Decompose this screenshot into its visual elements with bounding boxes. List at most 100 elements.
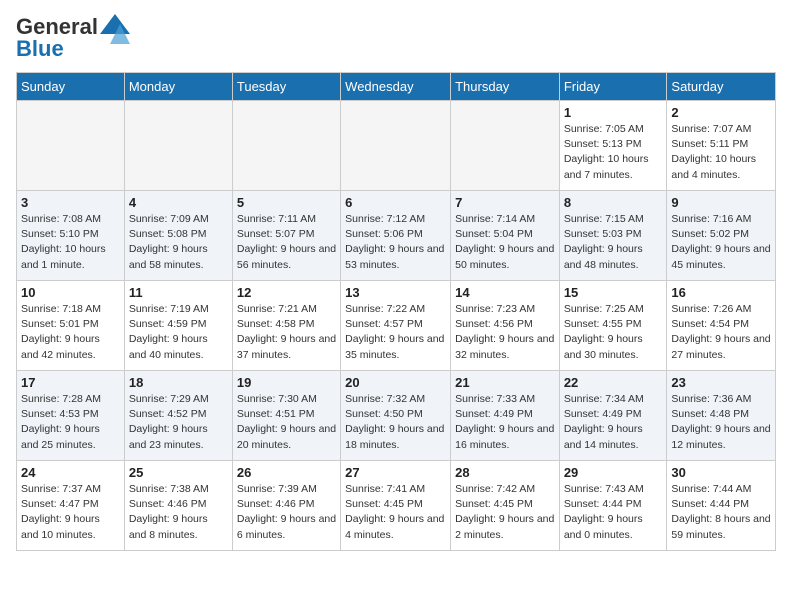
day-number: 30 (671, 465, 771, 480)
calendar-cell: 28Sunrise: 7:42 AM Sunset: 4:45 PM Dayli… (451, 461, 560, 551)
day-number: 13 (345, 285, 446, 300)
day-info: Sunrise: 7:25 AM Sunset: 4:55 PM Dayligh… (564, 302, 663, 363)
day-info: Sunrise: 7:26 AM Sunset: 4:54 PM Dayligh… (671, 302, 771, 363)
day-number: 22 (564, 375, 663, 390)
calendar-header-row: SundayMondayTuesdayWednesdayThursdayFrid… (17, 73, 776, 101)
day-info: Sunrise: 7:30 AM Sunset: 4:51 PM Dayligh… (237, 392, 336, 453)
calendar-cell: 25 Sunrise: 7:38 AM Sunset: 4:46 PM Dayli… (124, 461, 232, 551)
day-number: 3 (21, 195, 120, 210)
day-number: 10 (21, 285, 120, 300)
day-number: 20 (345, 375, 446, 390)
day-info: Sunrise: 7:18 AM Sunset: 5:01 PM Dayligh… (21, 302, 120, 363)
calendar-cell (341, 101, 451, 191)
day-number: 24 (21, 465, 120, 480)
calendar-week-row: 24 Sunrise: 7:37 AM Sunset: 4:47 PM Dayli… (17, 461, 776, 551)
calendar-cell: 1 Sunrise: 7:05 AM Sunset: 5:13 PM Daylig… (559, 101, 667, 191)
calendar-cell (451, 101, 560, 191)
day-number: 6 (345, 195, 446, 210)
day-number: 17 (21, 375, 120, 390)
calendar-cell: 21Sunrise: 7:33 AM Sunset: 4:49 PM Dayli… (451, 371, 560, 461)
day-info: Sunrise: 7:38 AM Sunset: 4:46 PM Dayligh… (129, 482, 228, 543)
day-info: Sunrise: 7:22 AM Sunset: 4:57 PM Dayligh… (345, 302, 446, 363)
logo-text: General Blue (16, 16, 98, 60)
calendar-cell: 27 Sunrise: 7:41 AM Sunset: 4:45 PM Dayli… (341, 461, 451, 551)
day-info: Sunrise: 7:07 AM Sunset: 5:11 PM Dayligh… (671, 122, 771, 183)
day-info: Sunrise: 7:08 AM Sunset: 5:10 PM Dayligh… (21, 212, 120, 273)
calendar-week-row: 17 Sunrise: 7:28 AM Sunset: 4:53 PM Dayli… (17, 371, 776, 461)
logo: General Blue (16, 16, 130, 60)
day-info: Sunrise: 7:41 AM Sunset: 4:45 PM Dayligh… (345, 482, 446, 543)
calendar-cell: 13 Sunrise: 7:22 AM Sunset: 4:57 PM Dayli… (341, 281, 451, 371)
day-number: 9 (671, 195, 771, 210)
calendar-cell: 18Sunrise: 7:29 AM Sunset: 4:52 PM Dayli… (124, 371, 232, 461)
day-number: 14 (455, 285, 555, 300)
calendar-cell: 20 Sunrise: 7:32 AM Sunset: 4:50 PM Dayli… (341, 371, 451, 461)
calendar-cell: 14 Sunrise: 7:23 AM Sunset: 4:56 PM Dayli… (451, 281, 560, 371)
weekday-header: Sunday (17, 73, 125, 101)
calendar-cell: 2 Sunrise: 7:07 AM Sunset: 5:11 PM Daylig… (667, 101, 776, 191)
calendar-table: SundayMondayTuesdayWednesdayThursdayFrid… (16, 72, 776, 551)
day-number: 12 (237, 285, 336, 300)
day-info: Sunrise: 7:33 AM Sunset: 4:49 PM Dayligh… (455, 392, 555, 453)
calendar-week-row: 1 Sunrise: 7:05 AM Sunset: 5:13 PM Daylig… (17, 101, 776, 191)
weekday-header: Thursday (451, 73, 560, 101)
weekday-header: Friday (559, 73, 667, 101)
calendar-cell: 15 Sunrise: 7:25 AM Sunset: 4:55 PM Dayli… (559, 281, 667, 371)
day-number: 29 (564, 465, 663, 480)
day-number: 27 (345, 465, 446, 480)
logo-blue: Blue (16, 36, 64, 61)
day-info: Sunrise: 7:19 AM Sunset: 4:59 PM Dayligh… (129, 302, 228, 363)
day-number: 28 (455, 465, 555, 480)
day-info: Sunrise: 7:39 AM Sunset: 4:46 PM Dayligh… (237, 482, 336, 543)
day-info: Sunrise: 7:14 AM Sunset: 5:04 PM Dayligh… (455, 212, 555, 273)
day-info: Sunrise: 7:11 AM Sunset: 5:07 PM Dayligh… (237, 212, 336, 273)
calendar-cell: 4 Sunrise: 7:09 AM Sunset: 5:08 PM Daylig… (124, 191, 232, 281)
page-header: General Blue (16, 16, 776, 60)
day-info: Sunrise: 7:43 AM Sunset: 4:44 PM Dayligh… (564, 482, 663, 543)
calendar-cell: 22 Sunrise: 7:34 AM Sunset: 4:49 PM Dayli… (559, 371, 667, 461)
calendar-cell: 5Sunrise: 7:11 AM Sunset: 5:07 PM Daylig… (232, 191, 340, 281)
day-info: Sunrise: 7:09 AM Sunset: 5:08 PM Dayligh… (129, 212, 228, 273)
day-number: 4 (129, 195, 228, 210)
calendar-cell: 29 Sunrise: 7:43 AM Sunset: 4:44 PM Dayli… (559, 461, 667, 551)
calendar-cell: 8Sunrise: 7:15 AM Sunset: 5:03 PM Daylig… (559, 191, 667, 281)
calendar-cell: 7Sunrise: 7:14 AM Sunset: 5:04 PM Daylig… (451, 191, 560, 281)
calendar-cell: 23Sunrise: 7:36 AM Sunset: 4:48 PM Dayli… (667, 371, 776, 461)
calendar-cell (17, 101, 125, 191)
day-number: 1 (564, 105, 663, 120)
day-number: 26 (237, 465, 336, 480)
day-number: 11 (129, 285, 228, 300)
calendar-cell: 9 Sunrise: 7:16 AM Sunset: 5:02 PM Daylig… (667, 191, 776, 281)
calendar-cell (124, 101, 232, 191)
logo-icon (100, 14, 130, 44)
day-info: Sunrise: 7:23 AM Sunset: 4:56 PM Dayligh… (455, 302, 555, 363)
calendar-cell: 6Sunrise: 7:12 AM Sunset: 5:06 PM Daylig… (341, 191, 451, 281)
day-info: Sunrise: 7:28 AM Sunset: 4:53 PM Dayligh… (21, 392, 120, 453)
weekday-header: Saturday (667, 73, 776, 101)
calendar-cell: 11 Sunrise: 7:19 AM Sunset: 4:59 PM Dayli… (124, 281, 232, 371)
day-number: 2 (671, 105, 771, 120)
day-info: Sunrise: 7:29 AM Sunset: 4:52 PM Dayligh… (129, 392, 228, 453)
weekday-header: Tuesday (232, 73, 340, 101)
day-number: 25 (129, 465, 228, 480)
weekday-header: Wednesday (341, 73, 451, 101)
day-number: 16 (671, 285, 771, 300)
day-number: 8 (564, 195, 663, 210)
calendar-cell: 17 Sunrise: 7:28 AM Sunset: 4:53 PM Dayli… (17, 371, 125, 461)
calendar-cell (232, 101, 340, 191)
day-info: Sunrise: 7:05 AM Sunset: 5:13 PM Dayligh… (564, 122, 663, 183)
calendar-cell: 19Sunrise: 7:30 AM Sunset: 4:51 PM Dayli… (232, 371, 340, 461)
calendar-week-row: 3 Sunrise: 7:08 AM Sunset: 5:10 PM Daylig… (17, 191, 776, 281)
day-info: Sunrise: 7:16 AM Sunset: 5:02 PM Dayligh… (671, 212, 771, 273)
calendar-cell: 26 Sunrise: 7:39 AM Sunset: 4:46 PM Dayli… (232, 461, 340, 551)
day-info: Sunrise: 7:21 AM Sunset: 4:58 PM Dayligh… (237, 302, 336, 363)
weekday-header: Monday (124, 73, 232, 101)
day-info: Sunrise: 7:32 AM Sunset: 4:50 PM Dayligh… (345, 392, 446, 453)
day-info: Sunrise: 7:37 AM Sunset: 4:47 PM Dayligh… (21, 482, 120, 543)
calendar-cell: 30Sunrise: 7:44 AM Sunset: 4:44 PM Dayli… (667, 461, 776, 551)
day-number: 15 (564, 285, 663, 300)
day-info: Sunrise: 7:34 AM Sunset: 4:49 PM Dayligh… (564, 392, 663, 453)
calendar-cell: 24 Sunrise: 7:37 AM Sunset: 4:47 PM Dayli… (17, 461, 125, 551)
calendar-cell: 3 Sunrise: 7:08 AM Sunset: 5:10 PM Daylig… (17, 191, 125, 281)
calendar-week-row: 10 Sunrise: 7:18 AM Sunset: 5:01 PM Dayli… (17, 281, 776, 371)
